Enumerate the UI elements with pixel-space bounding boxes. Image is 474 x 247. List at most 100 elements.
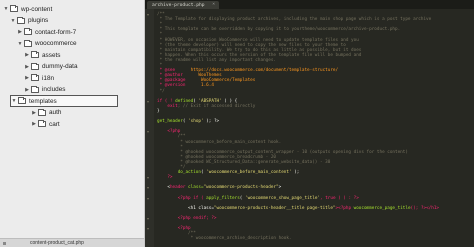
close-icon[interactable]: × bbox=[212, 2, 215, 7]
chevron-right-icon[interactable]: ▶ bbox=[24, 52, 30, 58]
tree-item-label: wp-content bbox=[21, 5, 53, 13]
code-token: } bbox=[157, 108, 160, 114]
tree-item-label: auth bbox=[49, 109, 62, 116]
tab-archive-product[interactable]: archive-product.php × bbox=[147, 1, 219, 9]
sidebar-bottom-file[interactable]: content-product_cat.php bbox=[30, 240, 84, 246]
tree-item-label: i18n bbox=[42, 74, 55, 82]
chevron-right-icon[interactable]: ▶ bbox=[31, 121, 37, 127]
code-token: ); bbox=[291, 170, 300, 176]
tree-item-dummy-data[interactable]: ▶ dummy-data bbox=[24, 61, 78, 73]
fold-toggle-icon[interactable]: ▾ bbox=[147, 175, 151, 180]
code-token: apply_filters bbox=[206, 195, 240, 201]
tree-item-label: contact-form-7 bbox=[35, 28, 77, 36]
fold-toggle-icon[interactable]: ▾ bbox=[147, 216, 151, 221]
tree-item-wp-content[interactable]: ▼ wp-content bbox=[3, 3, 52, 15]
chevron-right-icon[interactable]: ▶ bbox=[17, 29, 23, 35]
code-token: header bbox=[169, 185, 186, 191]
code-token: exit bbox=[167, 103, 178, 109]
tree-item-label: dummy-data bbox=[42, 63, 78, 70]
code-token: <?php if ( bbox=[157, 195, 207, 201]
code-line: */ bbox=[157, 89, 165, 94]
code-line: ?> bbox=[157, 175, 172, 180]
code-token: ><?php bbox=[335, 205, 354, 211]
code-token: * the readme will list any important cha… bbox=[157, 57, 276, 63]
code-editor[interactable]: archive-product.php × ▾ ▾ ▾ ▾ ▾ ▾ ▾ ▾ /** * The… bbox=[145, 0, 474, 247]
code-token: * woocommerce_archive_description hook. bbox=[157, 236, 292, 242]
fold-toggle-icon[interactable]: ▾ bbox=[147, 99, 151, 104]
tab-label: archive-product.php bbox=[152, 2, 205, 8]
tree-item-label: includes bbox=[42, 86, 66, 93]
code-token: * This template can be overridden by cop… bbox=[157, 27, 401, 33]
code-token: 'shop' bbox=[188, 119, 204, 125]
code-token: ); ?> bbox=[203, 119, 220, 125]
tree-item-i18n[interactable]: ▶ i18n bbox=[24, 72, 54, 84]
chevron-right-icon[interactable]: ▶ bbox=[24, 75, 30, 81]
code-token: (); ?></h1> bbox=[410, 205, 440, 211]
code-line: <header class="woocommerce-products-head… bbox=[157, 185, 281, 190]
code-line: * The Template for displaying product ar… bbox=[157, 17, 432, 23]
code-line: * This template can be overridden by cop… bbox=[157, 27, 401, 33]
chevron-down-icon[interactable]: ▼ bbox=[10, 18, 16, 24]
chevron-down-icon[interactable]: ▼ bbox=[11, 98, 17, 104]
fold-toggle-icon[interactable]: ▾ bbox=[147, 12, 151, 17]
code-line: exit; // Exit if accessed directly bbox=[157, 104, 255, 109]
tree-item-templates[interactable]: ▼ templates bbox=[10, 95, 118, 107]
tree-item-woocommerce[interactable]: ▼ woocommerce bbox=[17, 38, 77, 50]
folder-icon bbox=[10, 5, 18, 12]
code-token: */ bbox=[157, 88, 165, 94]
tree-item-label: assets bbox=[42, 51, 61, 59]
code-line: } bbox=[157, 109, 160, 114]
line-gutter: ▾ ▾ ▾ ▾ ▾ ▾ ▾ ▾ bbox=[145, 9, 154, 247]
fold-toggle-icon[interactable]: ▾ bbox=[147, 185, 151, 190]
tree-item-label: plugins bbox=[28, 17, 49, 24]
file-tree-sidebar: ▼ wp-content ▼ plugins ▶ contact-form-7 ▼ wooco… bbox=[0, 0, 145, 247]
code-token: get_header bbox=[157, 119, 183, 125]
tree-item-label: woocommerce bbox=[35, 40, 77, 47]
fold-toggle-icon[interactable]: ▾ bbox=[147, 226, 151, 231]
folder-icon bbox=[38, 120, 46, 127]
code-token: ; // Exit if accessed directly bbox=[177, 103, 256, 109]
folder-icon bbox=[31, 85, 39, 93]
tab-bar: archive-product.php × bbox=[145, 0, 474, 9]
code-token: * The Template for displaying product ar… bbox=[157, 17, 432, 23]
code-token: , true ) ) : ?> bbox=[320, 195, 359, 201]
chevron-down-icon[interactable]: ▼ bbox=[3, 6, 9, 12]
chevron-down-icon[interactable]: ▼ bbox=[17, 41, 23, 47]
folder-icon bbox=[17, 16, 25, 24]
tree-item-assets[interactable]: ▶ assets bbox=[24, 49, 60, 61]
tree-item-auth[interactable]: ▶ auth bbox=[31, 107, 61, 119]
code-line: <?php endif; ?> bbox=[157, 216, 217, 221]
sidebar-scroll-icon[interactable] bbox=[3, 241, 6, 245]
fold-toggle-icon[interactable]: ▾ bbox=[147, 129, 151, 134]
tree-item-label: cart bbox=[49, 120, 60, 128]
code-line: * the readme will list any important cha… bbox=[157, 58, 276, 63]
code-token: 'woocommerce_before_main_content' bbox=[206, 170, 292, 176]
tree-item-includes[interactable]: ▶ includes bbox=[24, 84, 65, 96]
chevron-right-icon[interactable]: ▶ bbox=[24, 87, 30, 93]
code-line: * woocommerce_archive_description hook. bbox=[157, 236, 292, 241]
code-token: 'woocommerce_show_page_title' bbox=[244, 195, 321, 201]
folder-icon bbox=[18, 97, 26, 104]
code-token: "woocommerce-products-header__title page… bbox=[213, 205, 336, 211]
code-token: woocommerce_page_title bbox=[353, 205, 411, 211]
tree-item-plugins[interactable]: ▼ plugins bbox=[10, 15, 48, 27]
code-token: > bbox=[278, 185, 282, 191]
sidebar-status-bar: content-product_cat.php bbox=[0, 238, 144, 247]
chevron-right-icon[interactable]: ▶ bbox=[24, 64, 30, 70]
code-line: * @version 1.6.4 bbox=[157, 83, 214, 88]
code-line: <?php if ( apply_filters( 'woocommerce_s… bbox=[157, 196, 359, 201]
code-line: get_header( 'shop' ); ?> bbox=[157, 119, 219, 124]
code-token: class= bbox=[185, 185, 204, 191]
chevron-right-icon[interactable]: ▶ bbox=[31, 110, 37, 116]
tree-item-contact-form-7[interactable]: ▶ contact-form-7 bbox=[17, 26, 76, 38]
folder-icon bbox=[38, 108, 46, 116]
fold-toggle-icon[interactable]: ▾ bbox=[147, 196, 151, 201]
code-token: <?php endif; ?> bbox=[157, 216, 217, 221]
code-token: "woocommerce-products-header" bbox=[203, 185, 279, 191]
code-token: 1.6.4 bbox=[201, 83, 214, 89]
tree-item-label: templates bbox=[29, 97, 57, 105]
tree-item-cart[interactable]: ▶ cart bbox=[31, 118, 60, 130]
code-token: <h1 class= bbox=[157, 205, 214, 211]
code-line: do_action( 'woocommerce_before_main_cont… bbox=[157, 170, 300, 176]
